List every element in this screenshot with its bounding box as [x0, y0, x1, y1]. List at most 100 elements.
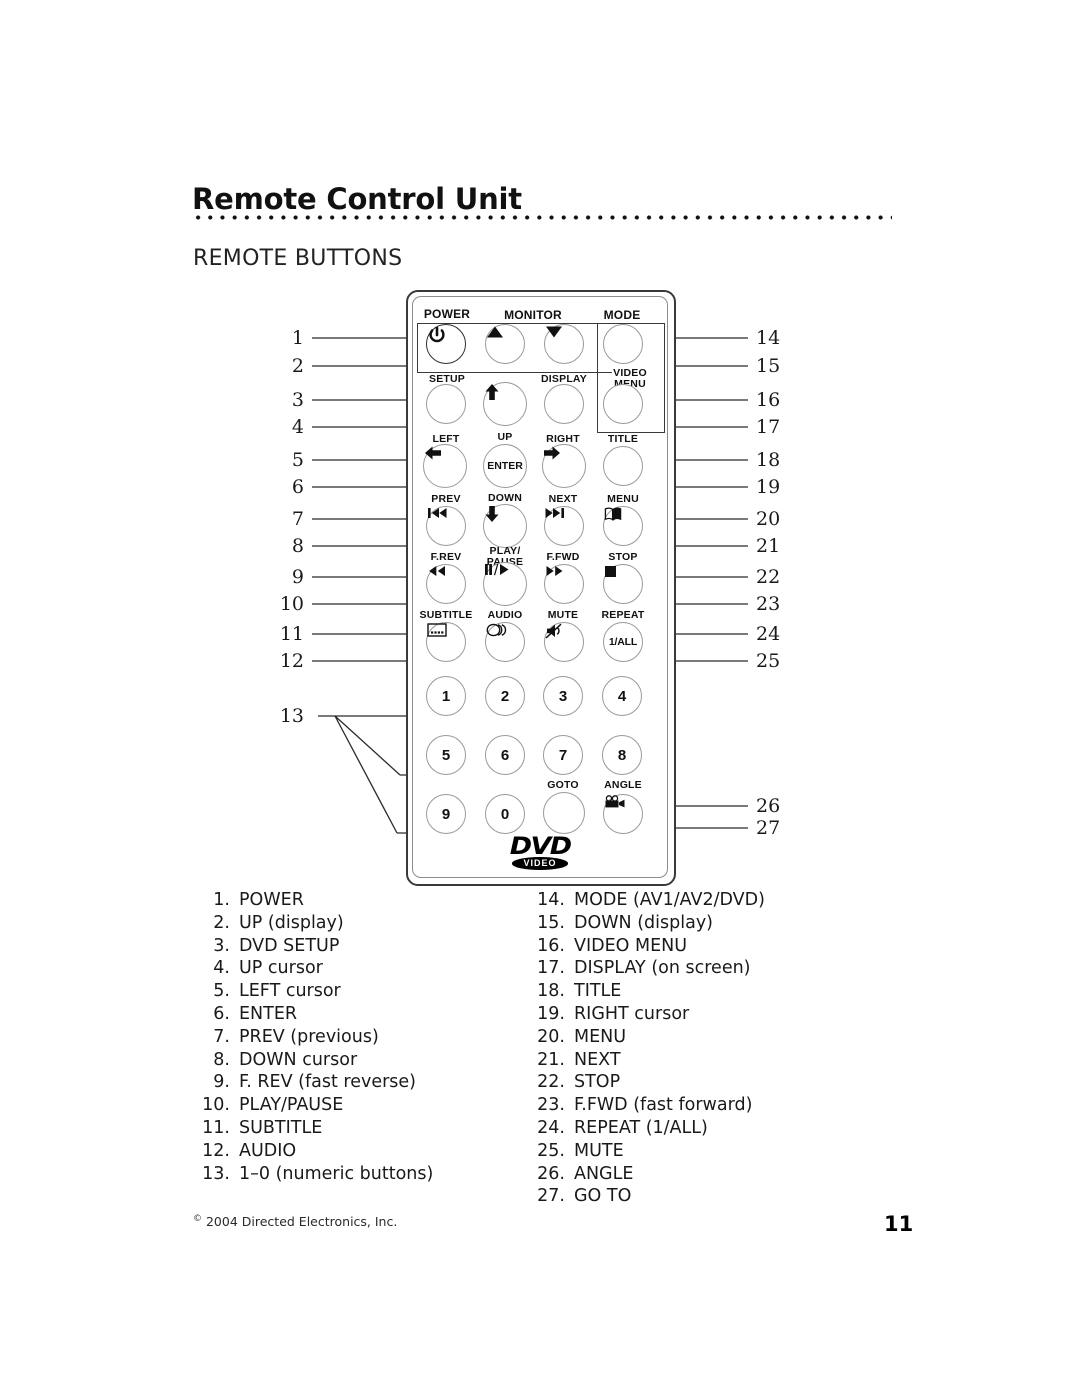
callout-12: 12: [279, 650, 304, 672]
enter-button[interactable]: ENTER: [483, 444, 527, 488]
list-item-index: 10.: [202, 1095, 230, 1116]
callout-13: 13: [279, 705, 304, 727]
callout-24: 24: [756, 623, 781, 645]
fast-reverse-button[interactable]: [426, 564, 466, 604]
prev-button[interactable]: [426, 506, 466, 546]
callout-22: 22: [756, 566, 781, 588]
numeric-key-2[interactable]: 2: [485, 676, 525, 716]
list-item-label: GO TO: [574, 1186, 632, 1207]
numeric-key-7[interactable]: 7: [543, 735, 583, 775]
list-item: 19. RIGHT cursor: [531, 1004, 765, 1027]
play-pause-button[interactable]: [483, 562, 527, 606]
numeric-key-6[interactable]: 6: [485, 735, 525, 775]
mode-button[interactable]: [603, 324, 643, 364]
numeric-key-8[interactable]: 8: [602, 735, 642, 775]
list-item-index: 9.: [213, 1072, 230, 1093]
title-button[interactable]: [603, 446, 643, 486]
display-label: DISPLAY: [541, 373, 587, 385]
list-item: 5. LEFT cursor: [196, 981, 433, 1004]
callout-8: 8: [291, 535, 304, 557]
numeric-key-7-label: 7: [558, 746, 568, 764]
list-item: 12. AUDIO: [196, 1141, 433, 1164]
list-item: 7. PREV (previous): [196, 1027, 433, 1050]
power-button[interactable]: [426, 324, 466, 364]
list-item-label: 1–0 (numeric buttons): [239, 1163, 434, 1184]
stop-label: STOP: [608, 551, 638, 563]
goto-button[interactable]: [543, 792, 585, 834]
left-label: LEFT: [432, 433, 460, 445]
setup-button[interactable]: [426, 384, 466, 424]
list-item-index: 14.: [537, 890, 565, 910]
numeric-key-9[interactable]: 9: [426, 794, 466, 834]
dvd-logo-top: DVD: [509, 832, 572, 860]
list-item-index: 4.: [213, 958, 230, 979]
list-item-index: 27.: [537, 1186, 565, 1207]
monitor-label: MONITOR: [504, 308, 562, 322]
audio-button[interactable]: [485, 622, 525, 662]
list-item-index: 21.: [537, 1049, 565, 1070]
list-item: 9. F. REV (fast reverse): [196, 1072, 433, 1095]
list-item-label: LEFT cursor: [239, 981, 341, 1002]
list-item: 2. UP (display): [196, 913, 433, 936]
mute-label: MUTE: [547, 609, 579, 621]
menu-label: MENU: [607, 493, 639, 505]
monitor-up-button[interactable]: [485, 324, 525, 364]
list-item: 14. MODE (AV1/AV2/DVD): [531, 890, 765, 913]
list-item: 15. DOWN (display): [531, 913, 765, 936]
list-item-index: 15.: [537, 912, 565, 933]
callout-23: 23: [756, 593, 781, 615]
video-menu-button[interactable]: [603, 384, 643, 424]
right-label: RIGHT: [546, 433, 580, 445]
list-item: 3. DVD SETUP: [196, 936, 433, 959]
numeric-key-1[interactable]: 1: [426, 676, 466, 716]
angle-button[interactable]: [603, 794, 643, 834]
subtitle-button[interactable]: [426, 622, 466, 662]
numeric-key-4-label: 4: [617, 687, 627, 705]
list-item-label: VIDEO MENU: [574, 935, 688, 956]
list-item: 23. F.FWD (fast forward): [531, 1095, 765, 1118]
mute-button[interactable]: [544, 622, 584, 662]
fast-forward-button[interactable]: [544, 564, 584, 604]
menu-button[interactable]: [603, 506, 643, 546]
callout-3: 3: [291, 389, 304, 411]
list-item: 24. REPEAT (1/ALL): [531, 1118, 765, 1141]
remote-diagram: 1 2 3 4 5 6 7 8 9 10 11 12 13 14 15 16 1…: [0, 0, 1080, 900]
callout-11: 11: [279, 623, 304, 645]
list-item-index: 26.: [537, 1163, 565, 1184]
list-item-index: 19.: [537, 1003, 565, 1024]
callout-6: 6: [291, 476, 304, 498]
up-cursor-button[interactable]: [483, 382, 527, 426]
down-cursor-button[interactable]: [483, 504, 527, 548]
numeric-key-4[interactable]: 4: [602, 676, 642, 716]
numeric-key-0[interactable]: 0: [485, 794, 525, 834]
callout-18: 18: [756, 449, 781, 471]
audio-label: AUDIO: [487, 609, 523, 621]
list-item-label: TITLE: [574, 981, 622, 1002]
numeric-key-5[interactable]: 5: [426, 735, 466, 775]
list-item: 16. VIDEO MENU: [531, 936, 765, 959]
numeric-key-3[interactable]: 3: [543, 676, 583, 716]
next-button[interactable]: [544, 506, 584, 546]
display-button[interactable]: [544, 384, 584, 424]
list-item-label: MODE (AV1/AV2/DVD): [574, 890, 765, 910]
mode-label: MODE: [603, 308, 641, 322]
callout-15: 15: [756, 355, 781, 377]
list-item-index: 24.: [537, 1117, 565, 1138]
numeric-key-2-label: 2: [500, 687, 510, 705]
numeric-key-1-label: 1: [441, 687, 451, 705]
angle-label: ANGLE: [604, 779, 642, 791]
copyright-text: 2004 Directed Electronics, Inc.: [205, 1214, 398, 1230]
copyright-notice: © 2004 Directed Electronics, Inc.: [193, 1214, 397, 1229]
ffwd-label: F.FWD: [546, 551, 580, 563]
left-cursor-button[interactable]: [423, 444, 467, 488]
monitor-down-button[interactable]: [544, 324, 584, 364]
list-item: 18. TITLE: [531, 981, 765, 1004]
right-cursor-button[interactable]: [542, 444, 586, 488]
callout-21: 21: [756, 535, 781, 557]
list-item-index: 23.: [537, 1095, 565, 1116]
enter-label: ENTER: [487, 460, 523, 472]
list-item: 10. PLAY/PAUSE: [196, 1095, 433, 1118]
stop-button[interactable]: [603, 564, 643, 604]
down-label: DOWN: [487, 492, 523, 504]
repeat-button[interactable]: 1/ALL: [603, 622, 643, 662]
